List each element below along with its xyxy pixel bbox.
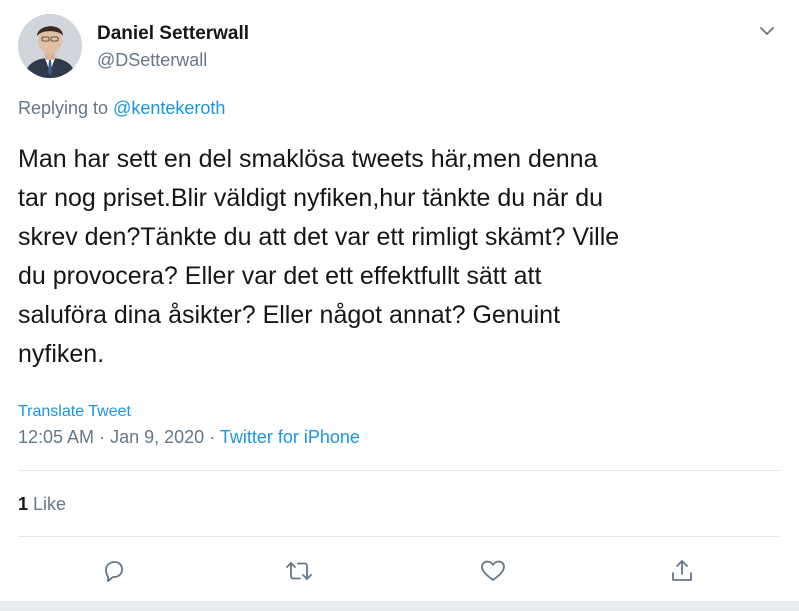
tweet-text-line: saluföra dina åsikter? Eller något annat… bbox=[18, 301, 561, 329]
author-handle[interactable]: @DSetterwall bbox=[97, 50, 207, 71]
divider bbox=[18, 470, 780, 471]
translate-tweet-link[interactable]: Translate Tweet bbox=[18, 403, 131, 421]
replying-to: Replying to @kentekeroth bbox=[18, 98, 225, 119]
share-icon[interactable] bbox=[666, 555, 698, 587]
divider bbox=[18, 536, 780, 537]
bottom-edge bbox=[0, 601, 799, 611]
reply-icon[interactable] bbox=[98, 555, 130, 587]
replying-prefix: Replying to bbox=[18, 98, 109, 118]
tweet-time[interactable]: 12:05 AM bbox=[18, 427, 94, 447]
tweet-text: Man har sett en del smaklösa tweets här,… bbox=[18, 140, 718, 374]
author-name[interactable]: Daniel Setterwall bbox=[97, 23, 249, 45]
chevron-down-icon[interactable] bbox=[756, 20, 778, 42]
likes-number: 1 bbox=[18, 494, 29, 514]
tweet-meta: 12:05 AM · Jan 9, 2020 · Twitter for iPh… bbox=[18, 427, 360, 448]
heart-icon[interactable] bbox=[477, 555, 509, 587]
avatar-image bbox=[18, 14, 82, 78]
avatar[interactable] bbox=[18, 14, 82, 78]
likes-label: Like bbox=[33, 494, 67, 514]
likes-count[interactable]: 1 Like bbox=[18, 494, 66, 515]
reply-target-link[interactable]: @kentekeroth bbox=[113, 98, 225, 118]
meta-separator: · bbox=[209, 427, 216, 447]
tweet-source-link[interactable]: Twitter for iPhone bbox=[220, 427, 360, 447]
tweet-text-line: Man har sett en del smaklösa tweets här,… bbox=[18, 145, 598, 173]
retweet-icon[interactable] bbox=[283, 555, 315, 587]
tweet-text-line: skrev den?Tänkte du att det var ett riml… bbox=[18, 223, 620, 251]
tweet-text-line: du provocera? Eller var det ett effektfu… bbox=[18, 262, 542, 290]
tweet-text-line: nyfiken. bbox=[18, 340, 105, 368]
tweet-date[interactable]: Jan 9, 2020 bbox=[110, 427, 204, 447]
meta-separator: · bbox=[99, 427, 106, 447]
tweet-text-line: tar nog priset.Blir väldigt nyfiken,hur … bbox=[18, 184, 604, 212]
tweet-card: Daniel Setterwall @DSetterwall Replying … bbox=[0, 0, 799, 611]
